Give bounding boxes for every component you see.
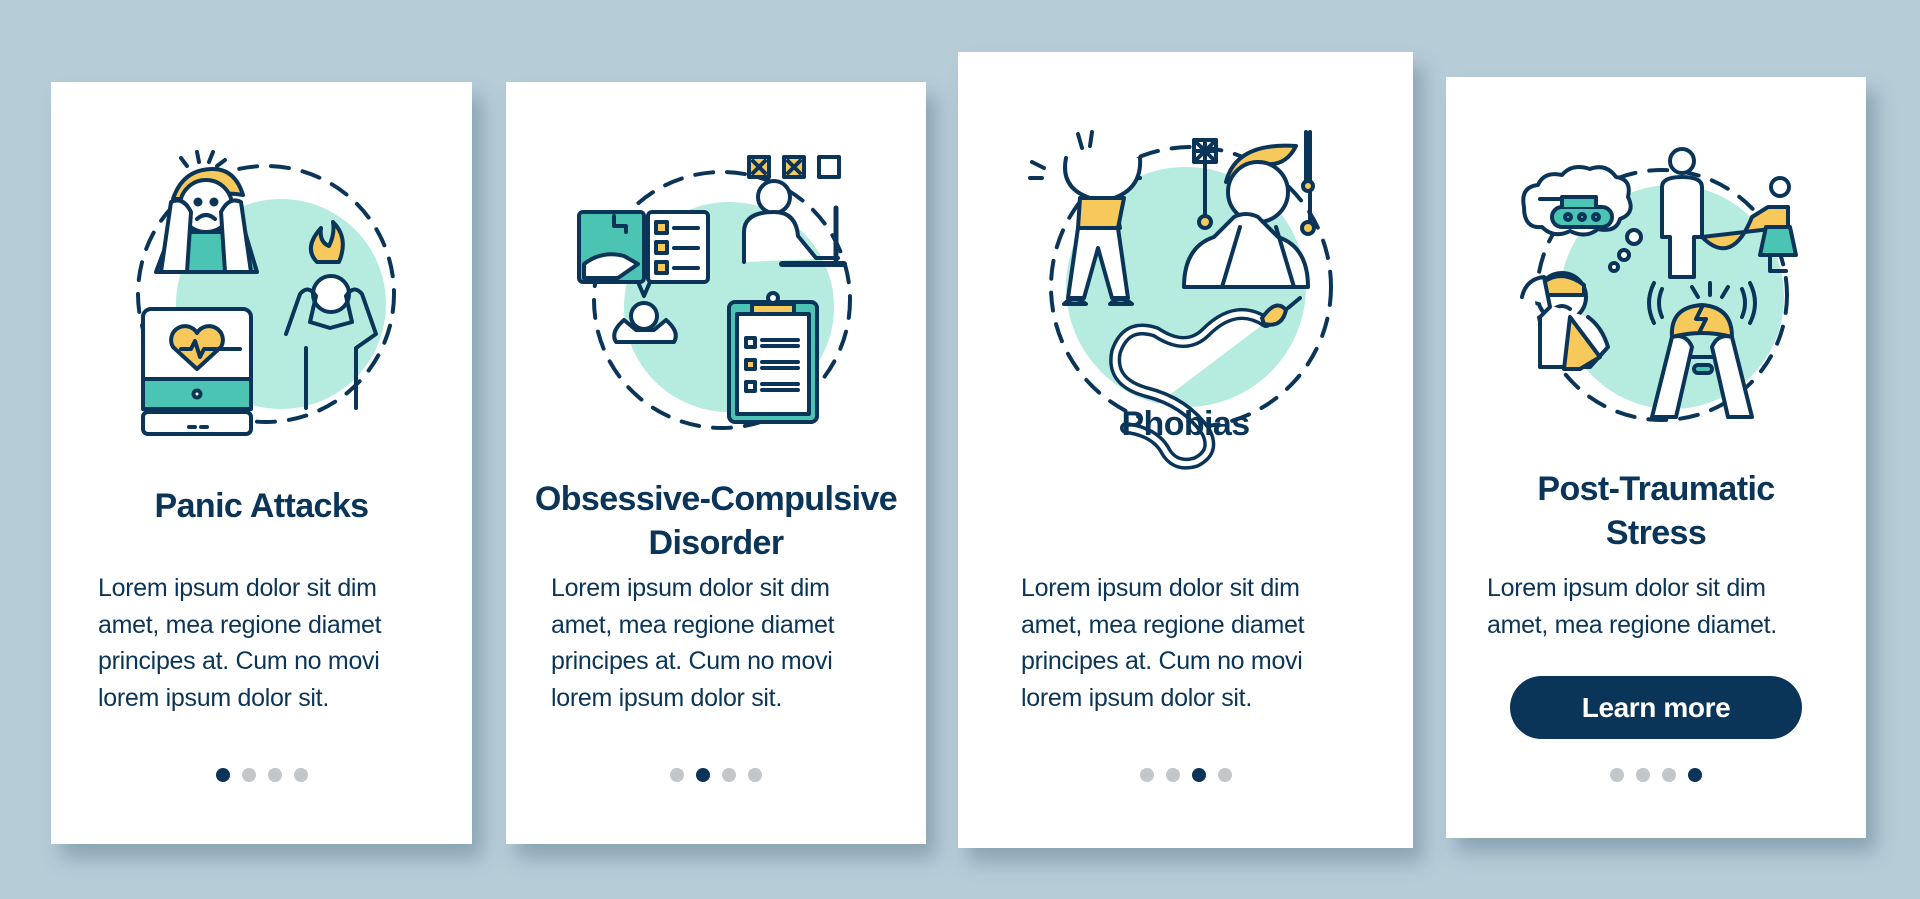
page-dot-3[interactable] [267, 768, 282, 782]
description-line: amet, mea regione diamet. [1487, 610, 1777, 639]
page-dot-4[interactable] [293, 768, 308, 782]
page-dot-2[interactable] [1636, 768, 1650, 782]
card-title: Post-Traumatic Stress [1446, 467, 1866, 555]
page-dot-3[interactable] [1662, 768, 1676, 782]
onboarding-card-phobias: Phobias Lorem ipsum dolor sit dim amet, … [958, 52, 1413, 848]
card-description: Lorem ipsum dolor sit dim amet, mea regi… [1487, 570, 1777, 643]
description-line: lorem ipsum dolor sit. [1021, 683, 1252, 712]
card-description: Lorem ipsum dolor sit dim amet, mea regi… [1021, 570, 1305, 716]
card-title: Obsessive-Compulsive Disorder [506, 477, 926, 565]
description-line: principes at. Cum no movi [98, 647, 380, 675]
page-dot-1-active[interactable] [215, 768, 230, 782]
ptsd-illustration [1512, 147, 1802, 427]
description-line: lorem ipsum dolor sit. [98, 683, 329, 712]
description-line: principes at. Cum no movi [1021, 647, 1303, 675]
description-line: amet, mea regione diamet [1021, 610, 1305, 639]
page-indicator [51, 768, 472, 782]
checkbox-row-icon [747, 155, 841, 179]
page-dot-4[interactable] [1217, 768, 1232, 782]
page-indicator [506, 768, 926, 782]
onboarding-card-ptsd: Post-Traumatic Stress Lorem ipsum dolor … [1446, 77, 1866, 838]
card-title: Panic Attacks [51, 484, 472, 528]
description-line: principes at. Cum no movi [551, 647, 833, 675]
ocd-illustration [574, 152, 859, 437]
description-line: amet, mea regione diamet [551, 610, 835, 639]
learn-more-button[interactable]: Learn more [1510, 676, 1802, 739]
spider-fear-person-icon [1182, 130, 1316, 289]
page-dot-4[interactable] [748, 768, 762, 782]
page-dot-4-active[interactable] [1688, 768, 1702, 782]
description-line: Lorem ipsum dolor sit dim [1021, 574, 1300, 602]
page-dot-3-active[interactable] [1191, 768, 1206, 782]
page-indicator [1446, 768, 1866, 782]
panic-attacks-illustration [121, 144, 401, 436]
card-description: Lorem ipsum dolor sit dim amet, mea regi… [98, 570, 382, 716]
card-title-line: Obsessive-Compulsive [534, 480, 898, 518]
clipboard-checklist-icon [727, 291, 819, 424]
card-title-line: Phobias [1121, 405, 1250, 443]
page-indicator [958, 768, 1413, 782]
page-dot-2-active[interactable] [696, 768, 710, 782]
card-title-line: Disorder [648, 524, 784, 562]
page-dot-2[interactable] [241, 768, 256, 782]
description-line: lorem ipsum dolor sit. [551, 683, 782, 712]
page-dot-1[interactable] [1139, 768, 1154, 782]
card-title: Phobias [958, 402, 1413, 446]
description-line: Lorem ipsum dolor sit dim [1487, 574, 1766, 602]
card-description: Lorem ipsum dolor sit dim amet, mea regi… [551, 570, 835, 716]
onboarding-card-panic-attacks: Panic Attacks Lorem ipsum dolor sit dim … [51, 82, 472, 844]
page-dot-1[interactable] [670, 768, 684, 782]
card-title-line: Stress [1605, 514, 1707, 552]
page-dot-3[interactable] [722, 768, 736, 782]
card-title-line: Post-Traumatic [1537, 470, 1775, 508]
description-line: amet, mea regione diamet [98, 610, 382, 639]
description-line: Lorem ipsum dolor sit dim [98, 574, 377, 602]
page-dot-2[interactable] [1165, 768, 1180, 782]
card-title-line: Panic Attacks [154, 487, 370, 525]
heart-monitor-icon [141, 307, 253, 436]
adult-figure-icon [1660, 147, 1704, 279]
onboarding-card-ocd: Obsessive-Compulsive Disorder Lorem ipsu… [506, 82, 926, 844]
page-dot-1[interactable] [1610, 768, 1624, 782]
description-line: Lorem ipsum dolor sit dim [551, 574, 830, 602]
